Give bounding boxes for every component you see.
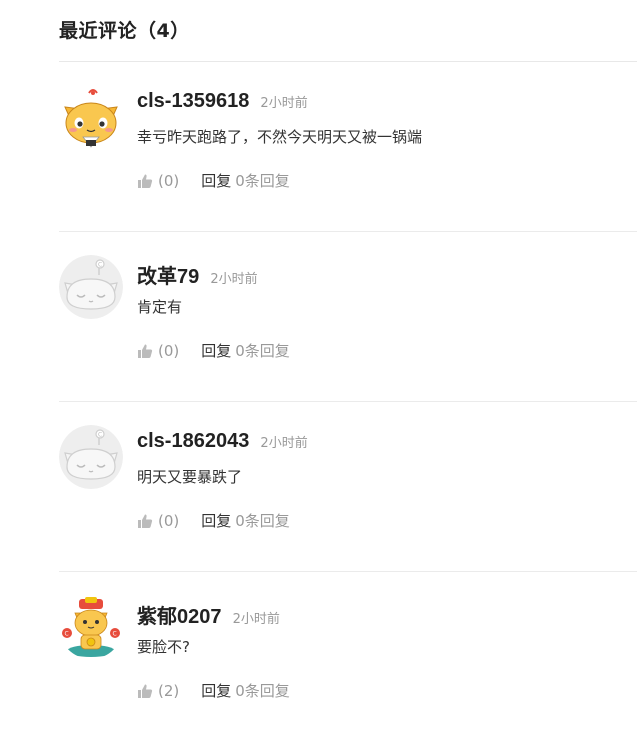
timestamp: 2小时前 [210,272,258,287]
default-cat-avatar[interactable]: C [59,255,123,319]
timestamp: 2小时前 [232,612,280,627]
reply-count-link[interactable]: 0条回复 [235,340,290,361]
comment-text: 幸亏昨天跑路了，不然今天明天又被一锅端 [137,128,423,146]
section-title: 最近评论（4） [59,16,190,43]
like-count: (0) [158,171,180,190]
comment-header: 紫郁0207 2小时前 [137,600,280,629]
cat-rice-ball-avatar[interactable] [59,85,123,149]
like-count: (0) [158,511,180,530]
comment-actions: (2) 回复 0条回复 [137,680,290,701]
reply-button[interactable]: 回复 [201,170,231,191]
like-count: (2) [158,681,180,700]
reply-count-link[interactable]: 0条回复 [235,680,290,701]
thumbs-up-icon [138,684,153,698]
thumbs-up-icon [138,514,153,528]
section-title-text: 最近评论 [59,20,138,42]
svg-text:C: C [65,631,69,638]
like-button[interactable]: (0) [137,342,179,360]
reply-count-link[interactable]: 0条回复 [235,510,290,531]
comment-count: （4） [137,20,190,42]
thumbs-up-icon [138,344,153,358]
comment-item: C C 紫郁0207 2小时前 要脸不? (2) 回复 0条回复 [59,572,637,742]
comment-text: 明天又要暴跌了 [137,468,243,486]
like-button[interactable]: (2) [137,682,179,700]
reply-button[interactable]: 回复 [201,680,231,701]
comment-header: cls-1862043 2小时前 [137,430,308,453]
svg-text:C: C [113,631,117,638]
comment-item: C cls-1862043 2小时前 明天又要暴跌了 (0) 回复 0条回复 [59,402,637,572]
thumbs-up-icon [138,174,153,188]
username[interactable]: 紫郁0207 [137,606,222,628]
like-count: (0) [158,341,180,360]
svg-text:C: C [98,262,102,269]
comment-actions: (0) 回复 0条回复 [137,510,290,531]
comment-actions: (0) 回复 0条回复 [137,170,290,191]
comment-actions: (0) 回复 0条回复 [137,340,290,361]
like-button[interactable]: (0) [137,512,179,530]
like-button[interactable]: (0) [137,172,179,190]
comment-header: cls-1359618 2小时前 [137,90,308,113]
comment-text: 要脸不? [137,638,190,656]
fortune-cat-avatar[interactable]: C C [59,595,123,659]
comment-item: cls-1359618 2小时前 幸亏昨天跑路了，不然今天明天又被一锅端 (0)… [59,62,637,232]
comment-item: C 改革79 2小时前 肯定有 (0) 回复 0条回复 [59,232,637,402]
timestamp: 2小时前 [260,436,308,451]
username[interactable]: cls-1862043 [137,430,249,452]
reply-count-link[interactable]: 0条回复 [235,170,290,191]
reply-button[interactable]: 回复 [201,340,231,361]
reply-button[interactable]: 回复 [201,510,231,531]
svg-text:C: C [98,432,102,439]
default-cat-avatar[interactable]: C [59,425,123,489]
username[interactable]: cls-1359618 [137,90,249,112]
timestamp: 2小时前 [260,96,308,111]
username[interactable]: 改革79 [137,266,199,288]
comment-text: 肯定有 [137,298,183,316]
comment-header: 改革79 2小时前 [137,260,258,289]
